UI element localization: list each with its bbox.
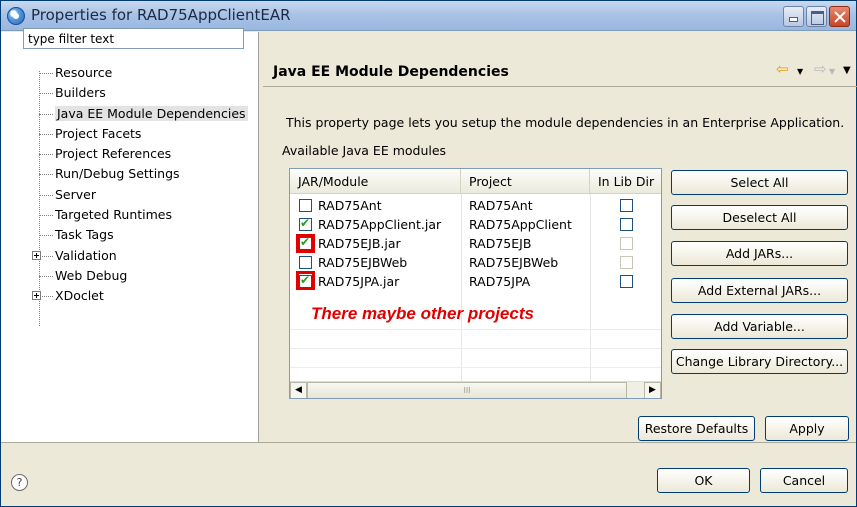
table-row[interactable]: RAD75EJB.jar RAD75EJB <box>290 234 661 253</box>
minimize-button[interactable] <box>783 6 804 27</box>
eclipse-icon <box>7 7 25 25</box>
tree-item-label: Builders <box>55 85 106 101</box>
title-bar[interactable]: Properties for RAD75AppClientEAR <box>1 1 856 31</box>
tree-item-java-ee-module-dependencies[interactable]: Java EE Module Dependencies <box>29 104 254 124</box>
scroll-left-icon[interactable]: ◀ <box>290 382 307 398</box>
table-row[interactable]: RAD75EJBWeb RAD75EJBWeb <box>290 253 661 272</box>
annotation-note: There maybe other projects <box>311 304 534 323</box>
tree-item-label: XDoclet <box>55 288 104 304</box>
tree-item-resource[interactable]: Resource <box>29 63 254 83</box>
column-header-module[interactable]: JAR/Module <box>290 169 461 194</box>
preference-tree: Resource Builders Java EE Module Depende… <box>29 63 254 307</box>
add-variable-button[interactable]: Add Variable... <box>671 314 848 339</box>
tree-item-label: Java EE Module Dependencies <box>55 105 248 121</box>
module-name: RAD75EJB.jar <box>318 236 401 251</box>
apply-button[interactable]: Apply <box>765 416 849 441</box>
tree-item-task-tags[interactable]: Task Tags <box>29 225 254 245</box>
tree-item-targeted-runtimes[interactable]: Targeted Runtimes <box>29 205 254 225</box>
tree-item-xdoclet[interactable]: XDoclet <box>29 286 254 306</box>
module-name: RAD75Ant <box>318 198 382 213</box>
row-divider <box>290 367 661 368</box>
tree-item-label: Server <box>55 186 96 202</box>
ok-button[interactable]: OK <box>657 468 750 493</box>
forward-dropdown-icon: ▼ <box>829 67 836 76</box>
module-checkbox[interactable] <box>299 199 312 212</box>
project-name: RAD75Ant <box>469 198 533 213</box>
header-divider <box>263 86 857 87</box>
tree-item-label: Web Debug <box>55 267 128 283</box>
module-name: RAD75AppClient.jar <box>318 217 442 232</box>
tree-item-label: Project References <box>55 146 172 162</box>
page-title: Java EE Module Dependencies <box>273 64 509 80</box>
module-name: RAD75JPA.jar <box>318 274 400 289</box>
add-jars-button[interactable]: Add JARs... <box>671 241 848 266</box>
tree-item-web-debug[interactable]: Web Debug <box>29 266 254 286</box>
tree-item-run-debug-settings[interactable]: Run/Debug Settings <box>29 164 254 184</box>
page-header: Java EE Module Dependencies <box>260 32 856 86</box>
table-row[interactable]: RAD75AppClient.jar RAD75AppClient <box>290 215 661 234</box>
tree-item-label: Targeted Runtimes <box>55 207 172 223</box>
cancel-button[interactable]: Cancel <box>760 468 848 493</box>
lib-dir-checkbox <box>620 256 633 269</box>
scroll-thumb[interactable]: III <box>307 382 627 398</box>
scroll-right-icon[interactable]: ▶ <box>644 382 661 398</box>
footer-divider <box>1 442 856 443</box>
table-header: JAR/Module Project In Lib Dir <box>290 169 661 194</box>
project-name: RAD75EJB <box>469 236 532 251</box>
row-divider <box>290 348 661 349</box>
module-checkbox[interactable] <box>299 216 312 231</box>
project-name: RAD75AppClient <box>469 217 572 232</box>
tree-item-project-references[interactable]: Project References <box>29 144 254 164</box>
add-external-jars-button[interactable]: Add External JARs... <box>671 278 848 303</box>
lib-dir-checkbox[interactable] <box>620 218 633 231</box>
select-all-button[interactable]: Select All <box>671 170 848 195</box>
expand-icon[interactable] <box>32 291 41 301</box>
maximize-button[interactable] <box>806 6 827 27</box>
lib-dir-checkbox[interactable] <box>620 275 633 288</box>
highlight-box <box>296 234 315 253</box>
modules-table[interactable]: JAR/Module Project In Lib Dir RAD75Ant R… <box>289 168 662 399</box>
table-row[interactable]: RAD75Ant RAD75Ant <box>290 196 661 215</box>
page-description: This property page lets you setup the mo… <box>286 115 845 130</box>
available-modules-label: Available Java EE modules <box>282 143 447 158</box>
window-title: Properties for RAD75AppClientEAR <box>31 6 291 24</box>
project-name: RAD75EJBWeb <box>469 255 559 270</box>
tree-item-label: Run/Debug Settings <box>55 166 180 182</box>
forward-arrow-icon: ⇨ <box>814 60 827 78</box>
tree-item-label: Task Tags <box>55 227 114 243</box>
tree-item-server[interactable]: Server <box>29 185 254 205</box>
tree-item-builders[interactable]: Builders <box>29 83 254 103</box>
table-row[interactable]: RAD75JPA.jar RAD75JPA <box>290 271 661 291</box>
tree-item-label: Validation <box>55 247 117 263</box>
back-dropdown-icon[interactable]: ▼ <box>797 67 803 76</box>
close-button[interactable] <box>829 6 850 27</box>
module-name: RAD75EJBWeb <box>318 255 408 270</box>
horizontal-scrollbar[interactable]: ◀ III ▶ <box>290 381 661 398</box>
expand-icon[interactable] <box>32 250 41 260</box>
row-divider <box>290 329 661 330</box>
view-menu-icon[interactable]: ▼ <box>843 65 851 76</box>
change-library-directory-button[interactable]: Change Library Directory... <box>671 349 848 374</box>
tree-item-label: Resource <box>55 65 113 80</box>
tree-item-label: Project Facets <box>55 125 142 141</box>
column-header-project[interactable]: Project <box>461 169 590 194</box>
deselect-all-button[interactable]: Deselect All <box>671 205 848 230</box>
tree-item-project-facets[interactable]: Project Facets <box>29 124 254 144</box>
lib-dir-checkbox[interactable] <box>620 199 633 212</box>
properties-dialog: Properties for RAD75AppClientEAR Resourc… <box>0 0 857 507</box>
filter-input[interactable] <box>23 28 244 49</box>
module-checkbox[interactable] <box>299 256 312 269</box>
tree-item-validation[interactable]: Validation <box>29 246 254 266</box>
column-header-lib-dir[interactable]: In Lib Dir <box>590 169 661 194</box>
highlight-box <box>296 271 315 290</box>
back-arrow-icon[interactable]: ⇦ <box>776 60 789 78</box>
restore-defaults-button[interactable]: Restore Defaults <box>638 416 755 441</box>
project-name: RAD75JPA <box>469 274 531 289</box>
lib-dir-checkbox <box>620 237 633 250</box>
help-icon[interactable]: ? <box>11 474 28 491</box>
